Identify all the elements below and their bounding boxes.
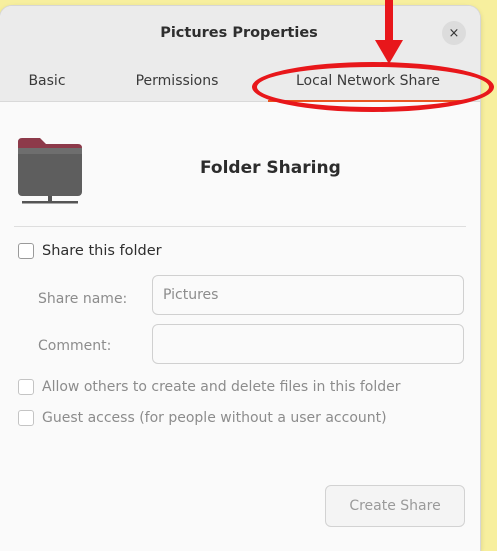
folder-sharing-heading: Folder Sharing <box>200 158 341 178</box>
share-name-label: Share name: <box>38 291 128 307</box>
divider <box>14 226 466 227</box>
window-title: Pictures Properties <box>160 25 318 41</box>
folder-header: Folder Sharing <box>0 102 480 226</box>
comment-label: Comment: <box>38 338 112 354</box>
allow-others-label: Allow others to create and delete files … <box>42 379 401 395</box>
tab-permissions[interactable]: Permissions <box>114 60 240 102</box>
title-bar[interactable]: Pictures Properties × <box>0 6 480 60</box>
guest-access-checkbox[interactable] <box>18 410 34 426</box>
share-folder-label: Share this folder <box>42 243 162 259</box>
tab-basic[interactable]: Basic <box>14 60 80 102</box>
share-folder-checkbox-row[interactable]: Share this folder <box>18 243 162 259</box>
tab-label: Permissions <box>135 73 219 89</box>
allow-others-checkbox-row[interactable]: Allow others to create and delete files … <box>18 379 401 395</box>
highlight-ellipse <box>252 62 494 112</box>
down-arrow-icon <box>375 0 403 64</box>
create-share-button[interactable]: Create Share <box>325 485 465 527</box>
folder-share-icon <box>18 138 82 204</box>
comment-input[interactable] <box>152 324 464 364</box>
guest-access-label: Guest access (for people without a user … <box>42 410 387 426</box>
guest-access-checkbox-row[interactable]: Guest access (for people without a user … <box>18 410 387 426</box>
share-name-input[interactable] <box>152 275 464 315</box>
tab-label: Basic <box>28 73 66 89</box>
allow-others-checkbox[interactable] <box>18 379 34 395</box>
close-icon[interactable]: × <box>442 21 466 45</box>
share-folder-checkbox[interactable] <box>18 243 34 259</box>
